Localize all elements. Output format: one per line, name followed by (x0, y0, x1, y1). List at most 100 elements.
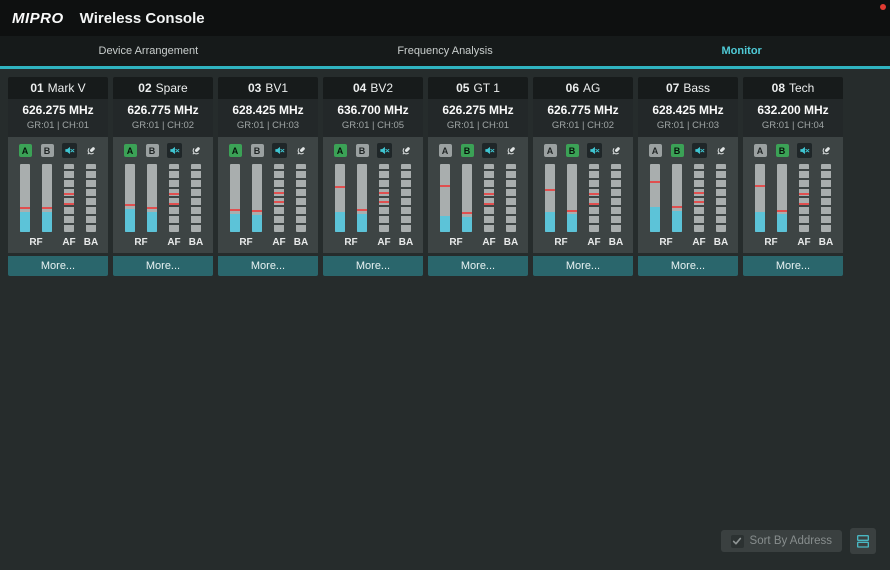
icon-row: A B (224, 143, 312, 158)
icon-row: A B (119, 143, 207, 158)
more-button[interactable]: More... (113, 256, 213, 276)
ba-label: BA (605, 237, 627, 248)
rf-label: RF (539, 237, 583, 248)
channel-card-body: 05GT 1 626.275 MHz GR:01 | CH:01 A B (428, 77, 528, 253)
meter-bars (329, 164, 417, 232)
rf-meter-b (777, 164, 787, 232)
mute-icon[interactable] (62, 143, 77, 158)
channel-info: 628.425 MHz GR:01 | CH:03 (638, 99, 738, 137)
channel-number: 01 (30, 81, 43, 95)
channel-info: 636.700 MHz GR:01 | CH:05 (323, 99, 423, 137)
more-button[interactable]: More... (533, 256, 633, 276)
rf-label: RF (749, 237, 793, 248)
ba-label: BA (710, 237, 732, 248)
ba-label: BA (500, 237, 522, 248)
mute-icon[interactable] (587, 143, 602, 158)
tab-device-arrangement[interactable]: Device Arrangement (0, 36, 297, 66)
more-button[interactable]: More... (323, 256, 423, 276)
footer-controls: Sort By Address (721, 528, 876, 554)
more-button[interactable]: More... (743, 256, 843, 276)
channel-info: 632.200 MHz GR:01 | CH:04 (743, 99, 843, 137)
channel-name: Bass (683, 81, 710, 95)
tab-monitor[interactable]: Monitor (593, 36, 890, 66)
mute-icon[interactable] (797, 143, 812, 158)
channel-name: BV1 (265, 81, 288, 95)
rf-meter-b (567, 164, 577, 232)
rf-label: RF (434, 237, 478, 248)
meter-area: A B (323, 137, 423, 253)
icon-row: A B (329, 143, 417, 158)
antenna-b-badge: B (41, 144, 54, 157)
battery-meter (506, 164, 516, 232)
ba-label: BA (80, 237, 102, 248)
channel-name: Mark V (48, 81, 86, 95)
mute-icon[interactable] (482, 143, 497, 158)
rf-label: RF (224, 237, 268, 248)
channel-frequency: 628.425 MHz (638, 103, 738, 117)
channel-card: 07Bass 628.425 MHz GR:01 | CH:03 A B (638, 77, 738, 276)
channel-number: 07 (666, 81, 679, 95)
tab-bar: Device Arrangement Frequency Analysis Mo… (0, 36, 890, 69)
device-list-button[interactable] (850, 528, 876, 554)
channel-group-channel: GR:01 | CH:03 (638, 120, 738, 131)
channel-card: 08Tech 632.200 MHz GR:01 | CH:04 A B (743, 77, 843, 276)
af-label: AF (268, 237, 290, 248)
channel-card-body: 01 Mark V 626.275 MHz GR:01 | CH:01 A B (8, 77, 108, 253)
mute-icon[interactable] (272, 143, 287, 158)
antenna-b-badge: B (251, 144, 264, 157)
more-button[interactable]: More... (8, 256, 108, 276)
channel-group-channel: GR:01 | CH:05 (323, 120, 423, 131)
channel-title: 07 Bass (638, 77, 738, 99)
icon-row: A B (434, 143, 522, 158)
af-label: AF (58, 237, 80, 248)
channel-number: 08 (772, 81, 785, 95)
channel-title: 06AG (533, 77, 633, 99)
channel-title: 01 Mark V (8, 77, 108, 99)
channel-info: 626.275 MHz GR:01 | CH:01 (8, 99, 108, 137)
battery-meter (611, 164, 621, 232)
meter-labels: RF AF BA (539, 237, 627, 248)
rf-label: RF (14, 237, 58, 248)
antenna-a-badge: A (754, 144, 767, 157)
rf-meter-a (230, 164, 240, 232)
antenna-a-badge: A (544, 144, 557, 157)
tab-frequency-analysis[interactable]: Frequency Analysis (297, 36, 594, 66)
rf-meter-a (650, 164, 660, 232)
channel-name: BV2 (370, 81, 393, 95)
rf-meter-b (357, 164, 367, 232)
microphone-icon (85, 145, 97, 157)
channel-info: 626.775 MHz GR:01 | CH:02 (113, 99, 213, 137)
meter-area: A B (533, 137, 633, 253)
af-label: AF (478, 237, 500, 248)
mute-icon[interactable] (167, 143, 182, 158)
icon-row: A B (539, 143, 627, 158)
channel-card-body: 08Tech 632.200 MHz GR:01 | CH:04 A B (743, 77, 843, 253)
more-button[interactable]: More... (428, 256, 528, 276)
more-button[interactable]: More... (218, 256, 318, 276)
channel-frequency: 626.275 MHz (428, 103, 528, 117)
battery-meter (296, 164, 306, 232)
sort-checkbox[interactable] (731, 535, 744, 548)
antenna-b-badge: B (776, 144, 789, 157)
mute-icon[interactable] (692, 143, 707, 158)
channel-group-channel: GR:01 | CH:02 (533, 120, 633, 131)
mute-icon[interactable] (377, 143, 392, 158)
battery-meter (86, 164, 96, 232)
microphone-icon (190, 145, 202, 157)
battery-meter (401, 164, 411, 232)
antenna-b-badge: B (671, 144, 684, 157)
microphone-icon (505, 145, 517, 157)
rf-label: RF (119, 237, 163, 248)
meter-labels: RF AF BA (224, 237, 312, 248)
meter-bars (119, 164, 207, 232)
sort-by-address-button[interactable]: Sort By Address (721, 530, 842, 552)
af-label: AF (163, 237, 185, 248)
channel-frequency: 626.775 MHz (533, 103, 633, 117)
meter-bars (749, 164, 837, 232)
more-button[interactable]: More... (638, 256, 738, 276)
rf-meter-a (440, 164, 450, 232)
antenna-a-badge: A (19, 144, 32, 157)
channel-info: 628.425 MHz GR:01 | CH:03 (218, 99, 318, 137)
channel-info: 626.775 MHz GR:01 | CH:02 (533, 99, 633, 137)
microphone-icon (295, 145, 307, 157)
